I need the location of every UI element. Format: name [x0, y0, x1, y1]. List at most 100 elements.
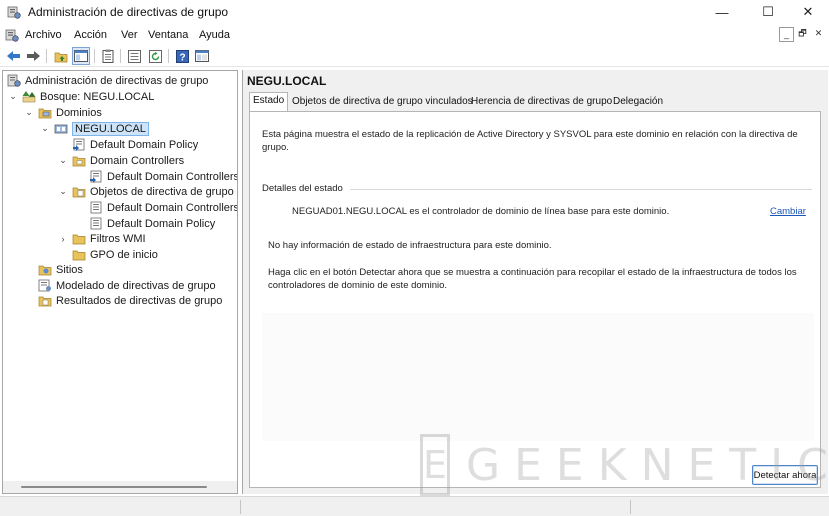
chevron-down-icon[interactable]: ⌄	[40, 123, 50, 134]
mdi-close-button[interactable]: ✕	[811, 27, 826, 42]
status-bar	[0, 496, 829, 516]
starter-gpo-folder-icon	[72, 250, 86, 261]
detect-now-button[interactable]: Detectar ahora	[752, 465, 818, 485]
refresh-icon	[148, 49, 162, 63]
minimize-button[interactable]: —	[700, 0, 744, 24]
tree-node-root[interactable]: Administración de directivas de grupo	[7, 73, 208, 88]
menu-archivo[interactable]: Archivo	[25, 29, 62, 41]
tree-label: Resultados de directivas de grupo	[56, 294, 223, 307]
tree-horizontal-scrollbar[interactable]	[3, 481, 237, 493]
infra-help-text: Haga clic en el botón Detectar ahora que…	[268, 267, 797, 291]
menu-bar: Archivo Acción Ver Ventana Ayuda _ 🗗 ✕	[0, 25, 829, 45]
gpmc-app-icon	[7, 6, 21, 19]
tree-node-wmi-filters[interactable]: › Filtros WMI	[58, 231, 146, 246]
change-baseline-link[interactable]: Cambiar	[770, 206, 806, 217]
status-tab-panel: Esta página muestra el estado de la repl…	[249, 111, 821, 488]
ou-folder-icon	[72, 156, 86, 167]
mdi-close-icon: ✕	[814, 28, 823, 38]
console-view-button[interactable]	[193, 47, 211, 65]
up-level-button[interactable]	[52, 47, 70, 65]
console-tree: Administración de directivas de grupo ⌄ …	[2, 70, 238, 494]
domain-icon	[54, 124, 68, 134]
tab-delegacion[interactable]: Delegación	[610, 94, 666, 110]
show-hide-tree-icon	[74, 50, 88, 62]
close-icon: ✕	[802, 4, 814, 19]
menu-ventana[interactable]: Ventana	[148, 29, 188, 41]
tab-gpo-vinculados[interactable]: Objetos de directiva de grupo vinculados	[289, 94, 476, 110]
tree-node-sites[interactable]: Sitios	[38, 262, 83, 277]
infra-results-area	[262, 313, 814, 441]
tree-label: GPO de inicio	[90, 248, 158, 261]
tab-herencia[interactable]: Herencia de directivas de grupo	[468, 94, 615, 110]
chevron-down-icon[interactable]: ⌄	[58, 186, 68, 197]
tree-node-modeling[interactable]: Modelado de directivas de grupo	[38, 278, 216, 293]
tree-node-results[interactable]: Resultados de directivas de grupo	[38, 293, 222, 308]
export-list-icon	[127, 49, 141, 63]
gpo-icon	[90, 201, 102, 214]
close-button[interactable]: ✕	[786, 0, 829, 24]
help-icon: ?	[175, 49, 189, 63]
menu-ayuda[interactable]: Ayuda	[199, 29, 230, 41]
tree-node-domain-controllers[interactable]: ⌄ Domain Controllers	[58, 153, 184, 168]
tree-node-default-domain-policy[interactable]: Default Domain Policy	[72, 137, 198, 152]
refresh-button[interactable]	[146, 47, 164, 65]
mdi-restore-button[interactable]: 🗗	[795, 27, 810, 42]
tree-label: Dominios	[56, 106, 102, 119]
back-button[interactable]	[4, 47, 22, 65]
help-button[interactable]: ?	[173, 47, 191, 65]
tree-label: NEGU.LOCAL	[72, 121, 149, 136]
forward-button[interactable]	[24, 47, 42, 65]
chevron-down-icon[interactable]: ⌄	[8, 91, 18, 102]
forest-icon	[22, 91, 36, 103]
maximize-button[interactable]: ☐	[746, 0, 790, 24]
tree-label: Filtros WMI	[90, 232, 146, 245]
gpo-icon	[90, 217, 102, 230]
tree-node-gpo-default-domain-policy[interactable]: Default Domain Policy	[89, 216, 215, 231]
details-pane: NEGU.LOCAL Estado Objetos de directiva d…	[242, 70, 828, 494]
minimize-icon: —	[715, 4, 729, 20]
scrollbar-thumb[interactable]	[21, 486, 207, 488]
gpmc-root-icon	[7, 74, 21, 87]
maximize-icon: ☐	[762, 4, 774, 19]
gpo-link-icon	[73, 138, 85, 151]
chevron-down-icon[interactable]: ⌄	[58, 155, 68, 166]
sites-icon	[38, 265, 52, 276]
system-menu-icon[interactable]	[5, 28, 19, 42]
tree-label: Domain Controllers	[90, 154, 185, 167]
tree-node-forest[interactable]: ⌄ Bosque: NEGU.LOCAL	[8, 89, 154, 104]
tab-estado[interactable]: Estado	[249, 92, 289, 111]
tree-node-gpo-default-domain-controllers[interactable]: Default Domain Controllers	[89, 200, 237, 215]
toolbar: ?	[0, 45, 829, 67]
domains-folder-icon	[38, 108, 52, 119]
tree-node-gpo-objects[interactable]: ⌄ Objetos de directiva de grupo	[58, 184, 233, 199]
mdi-minimize-button[interactable]: _	[779, 27, 794, 42]
up-folder-icon	[54, 52, 67, 62]
window-title: Administración de directivas de grupo	[28, 5, 229, 19]
wmi-folder-icon	[72, 234, 86, 245]
mdi-minimize-icon: _	[783, 29, 789, 39]
tree-label: Bosque: NEGU.LOCAL	[40, 90, 155, 103]
infra-status-none-text: No hay información de estado de infraest…	[268, 240, 552, 251]
title-bar: Administración de directivas de grupo — …	[0, 0, 829, 24]
status-details-label: Detalles del estado	[262, 183, 343, 194]
chevron-right-icon[interactable]: ›	[58, 234, 68, 244]
menu-ver[interactable]: Ver	[121, 29, 138, 41]
svg-text:?: ?	[179, 52, 185, 63]
chevron-down-icon[interactable]: ⌄	[24, 107, 34, 118]
tree-node-domains[interactable]: ⌄ Dominios	[24, 105, 102, 120]
tree-node-starter-gpos[interactable]: GPO de inicio	[72, 247, 158, 262]
results-icon	[38, 296, 52, 307]
tree-label: Sitios	[56, 263, 83, 276]
tree-label: Default Domain Controllers	[107, 170, 238, 183]
export-list-button[interactable]	[125, 47, 143, 65]
modeling-icon	[38, 279, 51, 292]
mdi-restore-icon: 🗗	[798, 28, 807, 38]
properties-button[interactable]	[99, 47, 117, 65]
forward-arrow-icon	[26, 51, 40, 61]
tree-node-domain[interactable]: ⌄ NEGU.LOCAL	[40, 121, 149, 136]
tree-label: Default Domain Policy	[107, 217, 216, 230]
tree-label: Default Domain Policy	[90, 138, 199, 151]
menu-accion[interactable]: Acción	[74, 29, 107, 41]
tree-node-default-domain-controllers-link[interactable]: Default Domain Controllers	[89, 169, 238, 184]
show-hide-tree-button[interactable]	[72, 47, 90, 65]
